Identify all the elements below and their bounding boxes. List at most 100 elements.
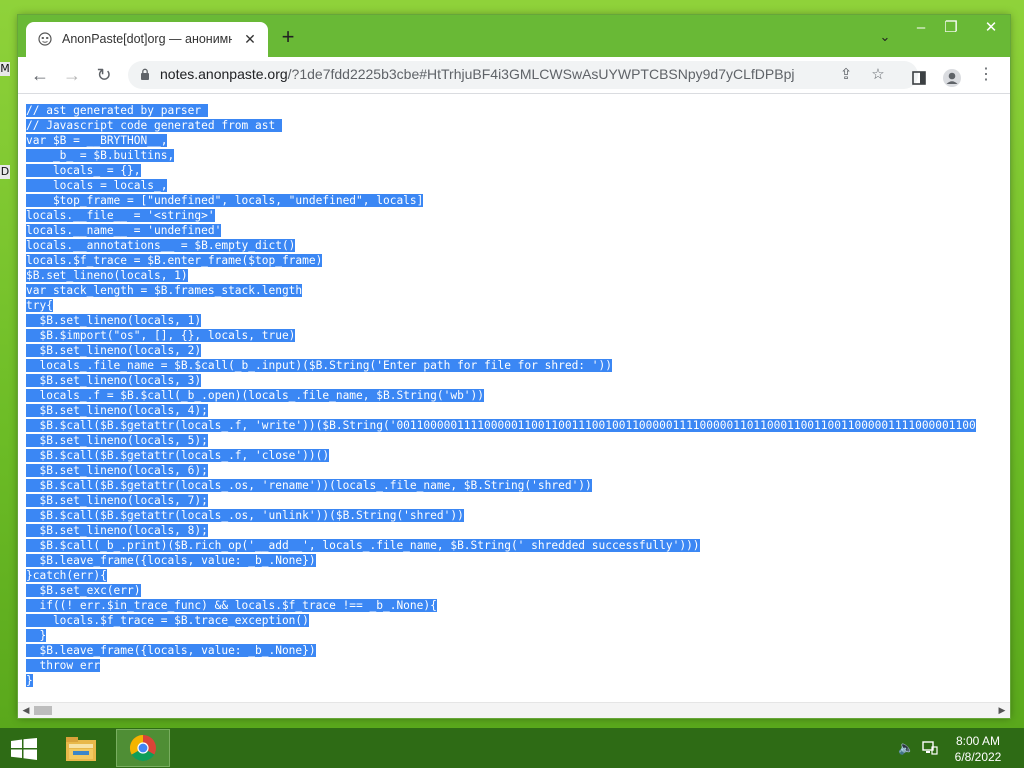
lock-icon[interactable]	[140, 68, 150, 80]
code-line-text: _b_ = $B.builtins,	[26, 149, 175, 162]
page-content[interactable]: // ast generated by parser // Javascript…	[18, 94, 1010, 718]
code-line: _b_ = $B.builtins,	[26, 148, 976, 163]
url-text[interactable]: notes.anonpaste.org/?1de7fdd2225b3cbe#Ht…	[160, 66, 794, 82]
code-block[interactable]: // ast generated by parser // Javascript…	[26, 103, 976, 688]
code-line: $B.set_lineno(locals, 1)	[26, 313, 976, 328]
code-line: var stack_length = $B.frames_stack.lengt…	[26, 283, 976, 298]
star-icon[interactable]: ☆	[868, 65, 888, 85]
code-line-text: $B.$call($B.$getattr(locals_.os, 'rename…	[26, 479, 592, 492]
maximize-button[interactable]: ❐	[936, 15, 966, 43]
code-line-text: $B.set_lineno(locals, 2)	[26, 344, 202, 357]
code-line-text: $B.$call(_b_.print)($B.rich_op('__add__'…	[26, 539, 700, 552]
taskbar: 🔈 8:00 AM 6/8/2022	[0, 728, 1024, 768]
code-line-text: locals.__annotations__ = $B.empty_dict()	[26, 239, 296, 252]
side-panel-icon[interactable]	[912, 71, 926, 85]
code-line-text: }catch(err){	[26, 569, 107, 582]
plus-icon[interactable]: +	[278, 26, 298, 48]
file-explorer-taskbar-button[interactable]	[54, 729, 108, 767]
close-icon[interactable]: ✕	[242, 31, 258, 47]
address-bar[interactable]: notes.anonpaste.org/?1de7fdd2225b3cbe#Ht…	[128, 61, 918, 89]
kebab-menu-icon[interactable]: ⋮	[974, 63, 998, 87]
code-line-text: locals_ = {},	[26, 164, 141, 177]
code-line: }	[26, 673, 976, 688]
code-line: $B.set_exc(err)	[26, 583, 976, 598]
chevron-down-icon[interactable]: ⌄	[876, 28, 894, 46]
code-line: $B.$import("os", [], {}, locals, true)	[26, 328, 976, 343]
code-line: throw err	[26, 658, 976, 673]
code-line-text: $B.$call($B.$getattr(locals_.f, 'close')…	[26, 449, 330, 462]
reload-icon[interactable]: ↻	[92, 63, 116, 87]
share-icon[interactable]: ⇪	[836, 65, 856, 85]
file-explorer-icon	[66, 737, 96, 761]
volume-muted-icon[interactable]: 🔈	[898, 740, 914, 756]
code-line-text: $top_frame = ["undefined", locals, "unde…	[26, 194, 424, 207]
browser-tab[interactable]: AnonPaste[dot]org — анонимн ✕	[26, 22, 268, 57]
url-host: notes.anonpaste.org	[160, 66, 288, 82]
code-line: }catch(err){	[26, 568, 976, 583]
code-line: $B.set_lineno(locals, 4);	[26, 403, 976, 418]
code-line: locals.__file__ = '<string>'	[26, 208, 976, 223]
code-line-text: locals_.f = $B.$call(_b_.open)(locals_.f…	[26, 389, 485, 402]
arrow-right-icon[interactable]: →	[60, 63, 84, 87]
code-line-text: var $B = __BRYTHON__,	[26, 134, 168, 147]
code-line-text: $B.set_lineno(locals, 6);	[26, 464, 208, 477]
code-line: try{	[26, 298, 976, 313]
scroll-left-icon[interactable]: ◀	[21, 705, 31, 715]
code-line-text: locals.__file__ = '<string>'	[26, 209, 215, 222]
code-line: locals.__name__ = 'undefined'	[26, 223, 976, 238]
code-line: }	[26, 628, 976, 643]
code-line-text: $B.leave_frame({locals, value: _b_.None}…	[26, 554, 316, 567]
code-line: $B.$call($B.$getattr(locals_.os, 'unlink…	[26, 508, 976, 523]
anonpaste-mask-icon	[38, 32, 52, 46]
desktop-edge-label-2: D	[0, 165, 10, 179]
desktop-edge-label-1: M	[0, 62, 10, 76]
code-line: $B.$call($B.$getattr(locals_.f, 'write')…	[26, 418, 976, 433]
code-line-text: $B.$call($B.$getattr(locals_.f, 'write')…	[26, 419, 976, 432]
code-line-text: $B.set_lineno(locals, 5);	[26, 434, 208, 447]
code-line: locals_ = {},	[26, 163, 976, 178]
code-line-text: $B.set_lineno(locals, 8);	[26, 524, 208, 537]
tab-strip: AnonPaste[dot]org — анонимн ✕ + ⌄ – ❐ ✕	[18, 15, 1010, 57]
code-line-text: var stack_length = $B.frames_stack.lengt…	[26, 284, 303, 297]
code-line-text: locals = locals_,	[26, 179, 168, 192]
code-line: $B.set_lineno(locals, 3)	[26, 373, 976, 388]
code-line: var $B = __BRYTHON__,	[26, 133, 976, 148]
code-line: locals_.f = $B.$call(_b_.open)(locals_.f…	[26, 388, 976, 403]
code-line-text: $B.set_lineno(locals, 7);	[26, 494, 208, 507]
code-line: $top_frame = ["undefined", locals, "unde…	[26, 193, 976, 208]
arrow-left-icon[interactable]: ←	[28, 63, 52, 87]
code-line-text: try{	[26, 299, 53, 312]
code-line-text: locals.$f_trace = $B.trace_exception()	[26, 614, 309, 627]
code-line: $B.set_lineno(locals, 7);	[26, 493, 976, 508]
horizontal-scrollbar[interactable]: ◀ ▶	[18, 702, 1010, 718]
code-line: $B.leave_frame({locals, value: _b_.None}…	[26, 643, 976, 658]
code-line: $B.$call($B.$getattr(locals_.f, 'close')…	[26, 448, 976, 463]
code-line-text: locals.$f_trace = $B.enter_frame($top_fr…	[26, 254, 323, 267]
code-line-text: // ast generated by parser	[26, 104, 208, 117]
browser-window: AnonPaste[dot]org — анонимн ✕ + ⌄ – ❐ ✕ …	[18, 15, 1010, 718]
minimize-button[interactable]: –	[906, 15, 936, 43]
scroll-right-icon[interactable]: ▶	[997, 705, 1007, 715]
code-line: $B.$call(_b_.print)($B.rich_op('__add__'…	[26, 538, 976, 553]
profile-icon[interactable]	[942, 68, 962, 88]
network-icon[interactable]	[922, 740, 938, 756]
chrome-taskbar-button[interactable]	[116, 729, 170, 767]
code-line-text: $B.set_lineno(locals, 3)	[26, 374, 202, 387]
code-line-text: if((! err.$in_trace_func) && locals.$f_t…	[26, 599, 437, 612]
code-line-text: }	[26, 629, 47, 642]
code-line: $B.set_lineno(locals, 8);	[26, 523, 976, 538]
code-line-text: $B.set_lineno(locals, 4);	[26, 404, 208, 417]
code-line-text: locals.__name__ = 'undefined'	[26, 224, 222, 237]
windows-start-icon[interactable]	[10, 738, 38, 760]
code-line-text: $B.set_exc(err)	[26, 584, 141, 597]
close-window-button[interactable]: ✕	[976, 15, 1006, 43]
code-line-text: $B.set_lineno(locals, 1)	[26, 269, 188, 282]
code-line: $B.set_lineno(locals, 1)	[26, 268, 976, 283]
clock-time: 8:00 AM	[955, 734, 1001, 748]
code-line: $B.set_lineno(locals, 5);	[26, 433, 976, 448]
code-line: locals = locals_,	[26, 178, 976, 193]
code-line: locals.__annotations__ = $B.empty_dict()	[26, 238, 976, 253]
system-clock[interactable]: 8:00 AM 6/8/2022	[946, 733, 1010, 765]
code-line: $B.set_lineno(locals, 6);	[26, 463, 976, 478]
scroll-thumb[interactable]	[34, 706, 52, 715]
